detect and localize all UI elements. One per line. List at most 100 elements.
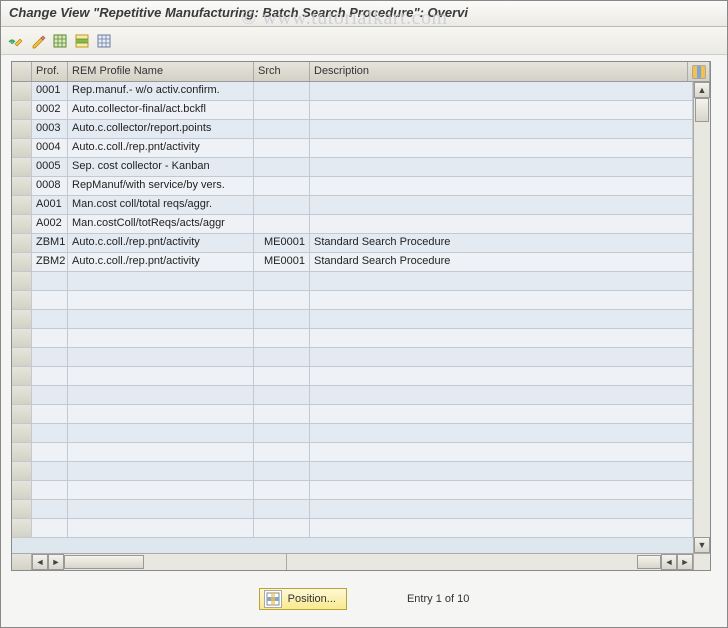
row-selector[interactable] [12,519,32,538]
scroll-down-button[interactable]: ▼ [694,537,710,553]
cell-name[interactable]: Auto.c.coll./rep.pnt/activity [68,234,254,253]
cell-desc[interactable] [310,82,693,101]
cell-desc[interactable] [310,196,693,215]
row-selector[interactable] [12,500,32,519]
horizontal-scrollbar[interactable]: ◄ ► ◄ ► [32,553,693,570]
cell-desc[interactable] [310,177,693,196]
row-selector[interactable] [12,367,32,386]
cell-srch[interactable] [254,177,310,196]
scroll-right-button-1[interactable]: ► [48,554,64,570]
cell-prof[interactable]: ZBM2 [32,253,68,272]
cell-prof[interactable]: 0002 [32,101,68,120]
table-row[interactable]: A001Man.cost coll/total reqs/aggr. [12,196,693,215]
row-selector[interactable] [12,234,32,253]
cell-name[interactable]: Man.costColl/totReqs/acts/aggr [68,215,254,234]
cell-name[interactable]: Auto.c.collector/report.points [68,120,254,139]
col-header-srch[interactable]: Srch [254,62,310,81]
cell-srch[interactable] [254,158,310,177]
table-row[interactable] [12,519,693,538]
row-selector[interactable] [12,272,32,291]
scroll-left-button-1[interactable]: ◄ [32,554,48,570]
cell-srch[interactable]: ME0001 [254,234,310,253]
cell-srch[interactable] [254,139,310,158]
cell-desc[interactable] [310,215,693,234]
cell-desc[interactable] [310,101,693,120]
vscroll-track[interactable] [694,98,710,537]
cell-prof[interactable]: ZBM1 [32,234,68,253]
row-selector[interactable] [12,424,32,443]
cell-name[interactable]: Auto.c.coll./rep.pnt/activity [68,253,254,272]
table-row[interactable] [12,367,693,386]
cell-prof[interactable]: A002 [32,215,68,234]
select-block-icon[interactable] [73,32,91,50]
cell-name[interactable]: Rep.manuf.- w/o activ.confirm. [68,82,254,101]
row-selector[interactable] [12,253,32,272]
table-row[interactable] [12,291,693,310]
row-selector[interactable] [12,196,32,215]
table-row[interactable] [12,500,693,519]
row-selector[interactable] [12,215,32,234]
deselect-all-icon[interactable] [95,32,113,50]
hscroll-thumb-1[interactable] [64,555,144,569]
table-row[interactable] [12,443,693,462]
table-row[interactable] [12,348,693,367]
cell-prof[interactable]: A001 [32,196,68,215]
table-row[interactable]: 0008RepManuf/with service/by vers. [12,177,693,196]
vertical-scrollbar[interactable]: ▲ ▼ [693,82,710,553]
hscroll-track-2[interactable] [287,554,661,570]
table-row[interactable] [12,329,693,348]
position-button[interactable]: Position... [259,588,347,610]
row-selector[interactable] [12,462,32,481]
table-row[interactable] [12,424,693,443]
col-header-name[interactable]: REM Profile Name [68,62,254,81]
row-selector[interactable] [12,158,32,177]
table-row[interactable] [12,386,693,405]
row-selector[interactable] [12,101,32,120]
row-selector[interactable] [12,291,32,310]
table-row[interactable]: 0005Sep. cost collector - Kanban [12,158,693,177]
table-row[interactable]: 0002Auto.collector-final/act.bckfl [12,101,693,120]
change-icon[interactable] [29,32,47,50]
cell-desc[interactable] [310,139,693,158]
col-header-prof[interactable]: Prof. [32,62,68,81]
display-change-toggle-icon[interactable] [7,32,25,50]
cell-desc[interactable]: Standard Search Procedure [310,234,693,253]
table-row[interactable]: 0004Auto.c.coll./rep.pnt/activity [12,139,693,158]
table-row[interactable]: ZBM2Auto.c.coll./rep.pnt/activityME0001S… [12,253,693,272]
cell-prof[interactable]: 0001 [32,82,68,101]
table-row[interactable] [12,462,693,481]
table-row[interactable]: 0001Rep.manuf.- w/o activ.confirm. [12,82,693,101]
scroll-right-button-2[interactable]: ► [677,554,693,570]
cell-desc[interactable] [310,120,693,139]
cell-srch[interactable]: ME0001 [254,253,310,272]
row-selector[interactable] [12,177,32,196]
row-selector[interactable] [12,139,32,158]
table-row[interactable]: 0003Auto.c.collector/report.points [12,120,693,139]
row-selector[interactable] [12,82,32,101]
row-selector[interactable] [12,443,32,462]
cell-srch[interactable] [254,215,310,234]
scroll-up-button[interactable]: ▲ [694,82,710,98]
cell-desc[interactable]: Standard Search Procedure [310,253,693,272]
hscroll-thumb-2[interactable] [637,555,661,569]
row-selector[interactable] [12,405,32,424]
table-row[interactable] [12,481,693,500]
cell-name[interactable]: RepManuf/with service/by vers. [68,177,254,196]
cell-desc[interactable] [310,158,693,177]
row-selector[interactable] [12,386,32,405]
col-header-desc[interactable]: Description [310,62,688,81]
cell-prof[interactable]: 0003 [32,120,68,139]
cell-srch[interactable] [254,196,310,215]
configure-columns-icon[interactable] [688,62,710,81]
vscroll-thumb[interactable] [695,98,709,122]
row-selector[interactable] [12,310,32,329]
row-selector[interactable] [12,120,32,139]
table-row[interactable]: ZBM1Auto.c.coll./rep.pnt/activityME0001S… [12,234,693,253]
row-selector-header[interactable] [12,62,32,81]
cell-prof[interactable]: 0004 [32,139,68,158]
cell-name[interactable]: Auto.collector-final/act.bckfl [68,101,254,120]
table-row[interactable] [12,405,693,424]
table-row[interactable] [12,310,693,329]
scroll-left-button-2[interactable]: ◄ [661,554,677,570]
cell-name[interactable]: Auto.c.coll./rep.pnt/activity [68,139,254,158]
